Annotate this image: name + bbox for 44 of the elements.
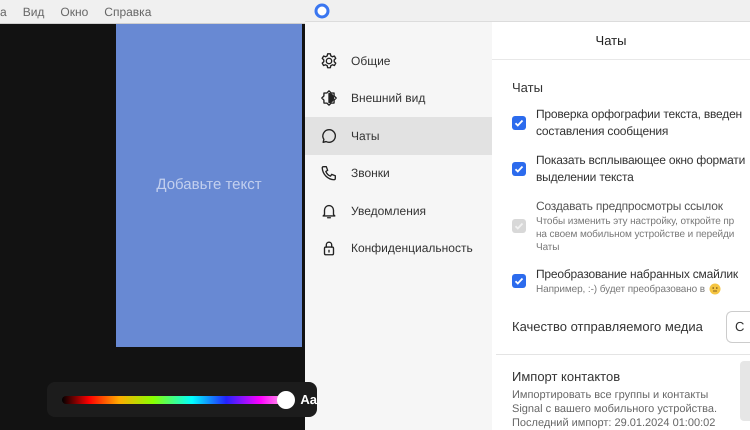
color-slider[interactable] [62,390,292,408]
sidebar-item[interactable]: Уведомления [305,192,492,230]
option-label: Создавать предпросмотры ссылок [536,198,724,214]
option-label: Проверка орфографии текста, введен [536,106,742,122]
slider-thumb[interactable] [276,390,295,408]
checkbox[interactable] [512,116,526,130]
option-label: Показать всплывающее окно формати [536,152,746,168]
import-description: Signal с вашего мобильного устройства. [512,402,718,416]
appearance-icon [320,89,338,108]
check-icon [514,118,524,128]
option-hint: Чтобы изменить эту настройку, откройте пр [536,214,734,228]
check-icon [514,276,524,286]
checkbox[interactable] [512,162,526,176]
checkbox[interactable] [512,274,526,288]
menu-item[interactable]: Вид [22,2,44,20]
sidebar-item[interactable]: Общие [305,42,492,80]
chat-icon [320,126,338,145]
option-hint: Например, :-) будет преобразовано в [536,282,706,296]
option-label: Преобразование набранных смайлик [536,266,738,282]
media-quality-label: Качество отправляемого медиа [512,318,703,336]
media-quality-dropdown[interactable]: С [726,310,750,342]
check-icon [514,164,524,174]
menu-item[interactable]: а [0,2,7,20]
option-label: составления сообщения [536,122,670,140]
check-icon [514,220,524,230]
import-description: Импортировать все группы и контакты [512,388,710,402]
sidebar-item[interactable]: Звонки [305,154,492,192]
option-label: выделении текста [536,168,635,186]
app-logo-icon [314,2,330,18]
placeholder-text: Добавьте текст [156,175,262,196]
section-title: Чаты [512,79,544,97]
sidebar-item[interactable]: Чаты [305,117,492,154]
sidebar-item[interactable]: Внешний вид [305,80,492,117]
import-title: Импорт контактов [512,368,622,386]
import-description: Последний импорт: 29.01.2024 01:00:02 [512,416,716,430]
option-hint: на своем мобильном устройстве и перейди [536,228,734,240]
phone-icon [320,164,338,182]
sidebar-item[interactable]: Конфиденциальность [305,230,492,267]
font-toggle[interactable]: Aa [300,390,317,410]
page-title: Чаты [596,32,628,50]
option-hint: Чаты [536,240,560,254]
menu-item[interactable]: Окно [60,2,88,20]
menu-item[interactable]: Справка [104,2,152,20]
gear-icon [320,52,338,70]
